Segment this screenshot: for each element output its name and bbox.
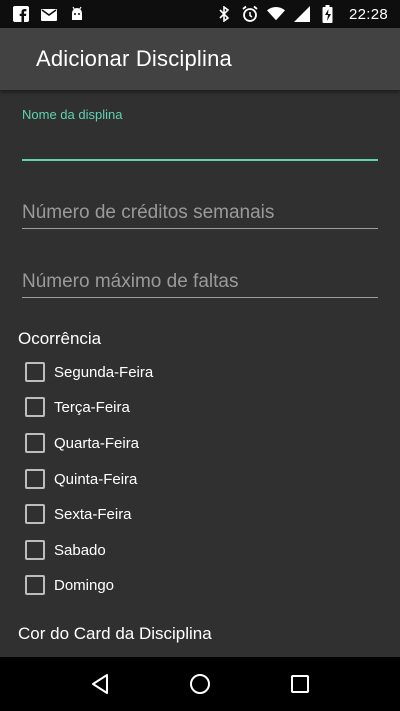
- checkbox[interactable]: [25, 504, 45, 524]
- day-checkbox-segunda[interactable]: Segunda-Feira: [25, 360, 153, 384]
- recents-icon[interactable]: [280, 664, 320, 704]
- day-label: Sabado: [54, 541, 106, 559]
- day-label: Quinta-Feira: [54, 470, 138, 488]
- day-checkbox-quinta[interactable]: Quinta-Feira: [25, 467, 137, 491]
- status-bar: 22:28: [0, 0, 400, 28]
- checkbox[interactable]: [25, 433, 45, 453]
- day-checkbox-domingo[interactable]: Domingo: [25, 573, 114, 597]
- bluetooth-icon: [215, 5, 233, 23]
- app-bar: Adicionar Disciplina: [0, 28, 400, 90]
- subject-name-underline: [22, 159, 378, 161]
- day-checkbox-sabado[interactable]: Sabado: [25, 538, 106, 562]
- navigation-bar: [0, 657, 400, 711]
- day-label: Domingo: [54, 576, 115, 594]
- day-checkbox-sexta[interactable]: Sexta-Feira: [25, 502, 132, 526]
- weekly-credits-field[interactable]: Número de créditos semanais: [22, 190, 378, 232]
- home-icon[interactable]: [180, 664, 220, 704]
- day-label: Terça-Feira: [54, 398, 130, 416]
- checkbox[interactable]: [25, 469, 45, 489]
- day-label: Quarta-Feira: [54, 434, 140, 452]
- mail-icon: [40, 5, 58, 23]
- day-label: Segunda-Feira: [54, 363, 154, 381]
- subject-name-label: Nome da displina: [22, 107, 123, 122]
- wifi-icon: [266, 5, 285, 23]
- battery-icon: [319, 5, 337, 23]
- card-color-title: Cor do Card da Disciplina: [18, 624, 212, 643]
- back-icon[interactable]: [80, 664, 120, 704]
- signal-icon: [293, 5, 311, 23]
- max-absences-underline: [22, 297, 378, 298]
- weekly-credits-placeholder: Número de créditos semanais: [22, 202, 275, 223]
- checkbox[interactable]: [25, 397, 45, 417]
- android-icon: [68, 5, 86, 23]
- occurrence-title: Ocorrência: [18, 329, 102, 348]
- page-title: Adicionar Disciplina: [36, 46, 232, 71]
- checkbox[interactable]: [25, 575, 45, 595]
- facebook-icon: [12, 5, 30, 23]
- day-checkbox-terca[interactable]: Terça-Feira: [25, 395, 130, 419]
- checkbox[interactable]: [25, 540, 45, 560]
- form-content: Nome da displina Número de créditos sema…: [0, 90, 400, 657]
- day-label: Sexta-Feira: [54, 505, 132, 523]
- weekly-credits-underline: [22, 228, 378, 229]
- alarm-icon: [241, 5, 259, 23]
- day-checkbox-quarta[interactable]: Quarta-Feira: [25, 431, 139, 455]
- subject-name-field[interactable]: Nome da displina: [22, 107, 378, 163]
- max-absences-placeholder: Número máximo de faltas: [22, 271, 239, 292]
- status-time: 22:28: [348, 5, 388, 23]
- max-absences-field[interactable]: Número máximo de faltas: [22, 258, 378, 300]
- checkbox[interactable]: [25, 362, 45, 382]
